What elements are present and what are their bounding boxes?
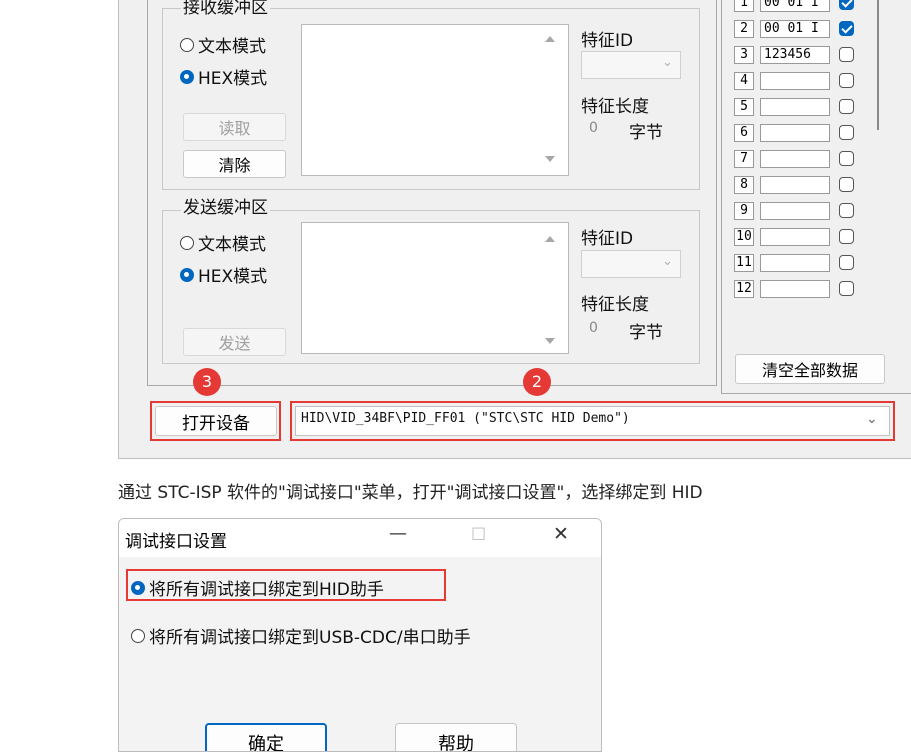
data-row-checkbox[interactable] bbox=[839, 229, 854, 244]
send-bytes-unit: 字节 bbox=[629, 323, 663, 343]
data-row-number: 8 bbox=[734, 176, 754, 194]
receive-feature-length-value: 0 bbox=[589, 120, 598, 136]
data-row-number: 10 bbox=[734, 228, 754, 246]
minimize-icon[interactable]: — bbox=[389, 523, 407, 544]
data-row-number: 12 bbox=[734, 280, 754, 298]
highlight-open-device bbox=[150, 401, 281, 441]
data-row-checkbox[interactable] bbox=[839, 281, 854, 296]
receive-text-mode-radio[interactable]: 文本模式 bbox=[180, 32, 266, 57]
debug-interface-settings-dialog: 调试接口设置 — ☐ ✕ 将所有调试接口绑定到HID助手 将所有调试接口绑定到U… bbox=[118, 518, 602, 752]
data-row-number: 7 bbox=[734, 150, 754, 168]
receive-hex-mode-label: HEX模式 bbox=[198, 69, 268, 89]
radio-on-icon bbox=[180, 69, 194, 84]
receive-feature-id-select[interactable]: ⌄ bbox=[581, 51, 681, 79]
data-row-checkbox[interactable] bbox=[839, 255, 854, 270]
radio-off-icon bbox=[180, 235, 194, 250]
step-badge-3: 3 bbox=[193, 368, 221, 396]
data-row-number: 5 bbox=[734, 98, 754, 116]
data-row-checkbox[interactable] bbox=[839, 125, 854, 140]
scroll-up-icon[interactable] bbox=[545, 236, 555, 242]
ok-button[interactable]: 确定 bbox=[205, 723, 327, 751]
help-button[interactable]: 帮助 bbox=[395, 723, 517, 751]
data-row-number: 11 bbox=[734, 254, 754, 272]
data-row-checkbox[interactable] bbox=[839, 21, 854, 36]
data-row-checkbox[interactable] bbox=[839, 47, 854, 62]
receive-text-mode-label: 文本模式 bbox=[198, 37, 266, 57]
receive-feature-id-label: 特征ID bbox=[581, 31, 634, 51]
clear-all-data-button[interactable]: 清空全部数据 bbox=[735, 354, 885, 384]
scroll-down-icon[interactable] bbox=[545, 156, 555, 162]
bind-to-cdc-label: 将所有调试接口绑定到USB-CDC/串口助手 bbox=[149, 628, 471, 648]
data-row-value-input[interactable] bbox=[760, 150, 830, 168]
bind-to-cdc-radio[interactable]: 将所有调试接口绑定到USB-CDC/串口助手 bbox=[131, 623, 471, 648]
data-row-value-input[interactable]: 00 01 I bbox=[760, 0, 830, 12]
receive-bytes-unit: 字节 bbox=[629, 123, 663, 143]
radio-on-icon bbox=[180, 267, 194, 282]
dialog-title: 调试接口设置 bbox=[125, 532, 227, 552]
send-text-mode-label: 文本模式 bbox=[198, 235, 266, 255]
receive-buffer-textarea[interactable] bbox=[301, 24, 569, 176]
send-buffer-textarea[interactable] bbox=[301, 222, 569, 354]
data-row-number: 3 bbox=[734, 46, 754, 64]
receive-feature-length-label: 特征长度 bbox=[581, 97, 649, 117]
data-row-value-input[interactable] bbox=[760, 72, 830, 90]
data-row-checkbox[interactable] bbox=[839, 99, 854, 114]
data-row-checkbox[interactable] bbox=[839, 0, 854, 10]
send-text-mode-radio[interactable]: 文本模式 bbox=[180, 230, 266, 255]
radio-off-icon bbox=[180, 37, 194, 52]
dialog-titlebar: 调试接口设置 — ☐ ✕ bbox=[119, 519, 601, 557]
highlight-bind-hid bbox=[126, 569, 446, 601]
data-row-checkbox[interactable] bbox=[839, 203, 854, 218]
data-row-value-input[interactable] bbox=[760, 176, 830, 194]
data-row-checkbox[interactable] bbox=[839, 73, 854, 88]
highlight-device-select bbox=[290, 401, 895, 441]
data-row-value-input[interactable]: 123456 bbox=[760, 46, 830, 64]
maximize-icon[interactable]: ☐ bbox=[471, 525, 486, 545]
data-row-number: 6 bbox=[734, 124, 754, 142]
hid-assistant-screenshot: 接收缓冲区 文本模式 HEX模式 读取 清除 特征ID ⌄ 特征长度 0 字节 … bbox=[118, 0, 911, 459]
send-button[interactable]: 发送 bbox=[183, 328, 286, 356]
chevron-down-icon: ⌄ bbox=[662, 254, 673, 269]
close-icon[interactable]: ✕ bbox=[553, 523, 569, 545]
chevron-down-icon: ⌄ bbox=[662, 55, 673, 70]
scroll-up-icon[interactable] bbox=[545, 36, 555, 42]
radio-off-icon bbox=[131, 628, 145, 643]
data-row-value-input[interactable] bbox=[760, 228, 830, 246]
scroll-down-icon[interactable] bbox=[545, 338, 555, 344]
send-hex-mode-label: HEX模式 bbox=[198, 267, 268, 287]
data-list-scrollbar[interactable] bbox=[877, 0, 879, 130]
data-row-value-input[interactable] bbox=[760, 124, 830, 142]
clear-button[interactable]: 清除 bbox=[183, 150, 286, 178]
data-row-number: 2 bbox=[734, 20, 754, 38]
data-row-value-input[interactable] bbox=[760, 254, 830, 272]
send-feature-id-select[interactable]: ⌄ bbox=[581, 250, 681, 278]
data-row-number: 9 bbox=[734, 202, 754, 220]
data-row-value-input[interactable] bbox=[760, 280, 830, 298]
instruction-caption: 通过 STC-ISP 软件的"调试接口"菜单，打开"调试接口设置"，选择绑定到 … bbox=[118, 483, 703, 503]
data-row-value-input[interactable]: 00 01 I bbox=[760, 20, 830, 38]
data-row-number: 1 bbox=[734, 0, 754, 12]
data-row-number: 4 bbox=[734, 72, 754, 90]
send-feature-length-value: 0 bbox=[589, 320, 598, 336]
data-row-checkbox[interactable] bbox=[839, 177, 854, 192]
receive-buffer-legend: 接收缓冲区 bbox=[181, 0, 270, 18]
step-badge-2: 2 bbox=[523, 368, 551, 396]
receive-hex-mode-radio[interactable]: HEX模式 bbox=[180, 64, 267, 89]
data-row-checkbox[interactable] bbox=[839, 151, 854, 166]
send-feature-length-label: 特征长度 bbox=[581, 295, 649, 315]
data-row-value-input[interactable] bbox=[760, 202, 830, 220]
send-feature-id-label: 特征ID bbox=[581, 229, 634, 249]
read-button[interactable]: 读取 bbox=[183, 113, 286, 141]
send-hex-mode-radio[interactable]: HEX模式 bbox=[180, 262, 267, 287]
data-row-value-input[interactable] bbox=[760, 98, 830, 116]
send-buffer-legend: 发送缓冲区 bbox=[181, 198, 270, 218]
